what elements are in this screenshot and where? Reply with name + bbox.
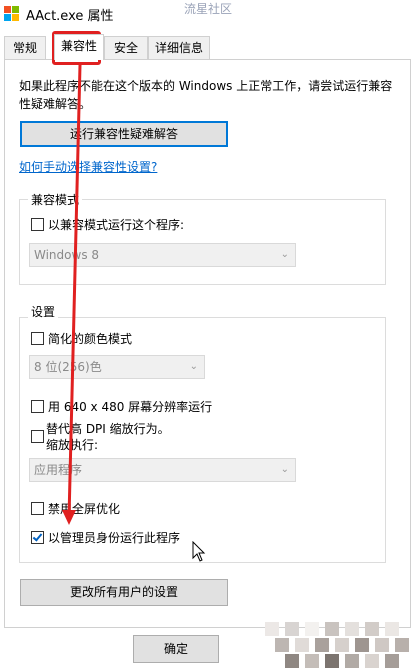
intro-text: 如果此程序不能在这个版本的 Windows 上正常工作，请尝试运行兼容性疑难解答… [19, 79, 393, 111]
run-as-admin-label: 以管理员身份运行此程序 [48, 531, 181, 545]
window-title: AAct.exe 属性 [26, 9, 114, 24]
compat-mode-checkbox[interactable] [31, 218, 44, 231]
dpi-scaling-select-value: 应用程序 [34, 463, 83, 477]
dpi-override-label-line1: 替代高 DPI 缩放行为。 [46, 422, 170, 436]
color-depth-select[interactable]: 8 位(256)色 ⌄ [29, 355, 205, 379]
mouse-cursor-icon [192, 541, 206, 562]
settings-label: 设置 [28, 303, 59, 320]
pixelated-area [227, 610, 417, 670]
compat-mode-select[interactable]: Windows 8 ⌄ [29, 243, 296, 267]
change-all-users-button[interactable]: 更改所有用户的设置 [20, 579, 228, 606]
tab-security[interactable]: 安全 [104, 36, 148, 59]
chevron-down-icon: ⌄ [280, 464, 289, 475]
tab-strip: 常规 兼容性 安全 详细信息 [0, 34, 417, 60]
compat-mode-checkbox-label: 以兼容模式运行这个程序: [48, 218, 185, 232]
reduced-color-checkbox[interactable] [31, 332, 44, 345]
dpi-override-text: 替代高 DPI 缩放行为。 缩放执行: [46, 421, 170, 453]
compat-mode-group [19, 199, 386, 285]
tab-compatibility[interactable]: 兼容性 [54, 34, 104, 60]
reduced-color-row[interactable]: 简化的颜色模式 [31, 330, 132, 347]
run-as-admin-checkbox[interactable] [31, 531, 44, 544]
res-640-row[interactable]: 用 640 x 480 屏幕分辨率运行 [31, 398, 212, 415]
dpi-scaling-select[interactable]: 应用程序 ⌄ [29, 458, 296, 482]
res-640-label: 用 640 x 480 屏幕分辨率运行 [48, 400, 213, 414]
compat-mode-select-value: Windows 8 [34, 248, 100, 262]
watermark-text: 流星社区 [184, 2, 233, 16]
disable-fullscreen-checkbox[interactable] [31, 502, 44, 515]
chevron-down-icon: ⌄ [280, 249, 289, 260]
run-as-admin-row[interactable]: 以管理员身份运行此程序 [31, 529, 180, 546]
dpi-override-checkbox[interactable] [31, 430, 44, 443]
chevron-down-icon: ⌄ [189, 361, 198, 372]
tab-details[interactable]: 详细信息 [148, 36, 210, 59]
tab-general[interactable]: 常规 [4, 36, 46, 59]
compat-mode-label: 兼容模式 [28, 191, 83, 208]
app-icon [4, 6, 20, 22]
compat-mode-row[interactable]: 以兼容模式运行这个程序: [31, 216, 184, 233]
reduced-color-label: 简化的颜色模式 [48, 332, 133, 346]
dpi-override-label-line2: 缩放执行: [46, 438, 99, 452]
res-640-checkbox[interactable] [31, 400, 44, 413]
manual-settings-link[interactable]: 如何手动选择兼容性设置? [19, 158, 157, 175]
run-troubleshooter-button[interactable]: 运行兼容性疑难解答 [20, 121, 228, 147]
disable-fullscreen-row[interactable]: 禁用全屏优化 [31, 500, 120, 517]
disable-fullscreen-label: 禁用全屏优化 [48, 502, 121, 516]
ok-button[interactable]: 确定 [133, 635, 219, 663]
color-depth-select-value: 8 位(256)色 [34, 360, 102, 374]
